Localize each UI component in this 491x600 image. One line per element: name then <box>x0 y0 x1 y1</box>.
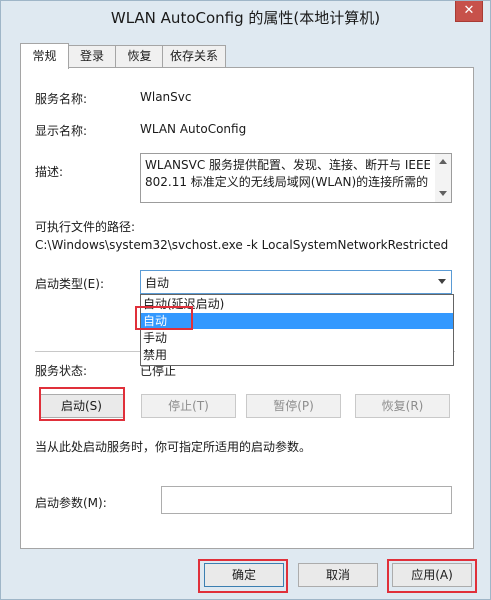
apply-button[interactable]: 应用(A) <box>392 563 472 587</box>
start-params-hint: 当从此处启动服务时，你可指定所适用的启动参数。 <box>35 440 312 454</box>
service-status-label: 服务状态: <box>35 364 88 378</box>
startup-type-select[interactable]: 自动 <box>140 270 452 294</box>
description-box[interactable]: WLANSVC 服务提供配置、发现、连接、断开与 IEEE 802.11 标准定… <box>140 153 452 203</box>
pause-button[interactable]: 暂停(P) <box>246 394 341 418</box>
startup-option-auto[interactable]: 自动 <box>141 313 453 329</box>
scroll-down-icon[interactable] <box>439 191 447 196</box>
window-title: WLAN AutoConfig 的属性(本地计算机) <box>110 9 381 27</box>
start-params-label: 启动参数(M): <box>35 496 107 510</box>
cancel-button[interactable]: 取消 <box>298 563 378 587</box>
title-bar: WLAN AutoConfig 的属性(本地计算机) ✕ <box>1 1 490 31</box>
description-scrollbar[interactable] <box>435 154 451 202</box>
startup-option-disabled[interactable]: 禁用 <box>141 347 453 363</box>
tab-recovery[interactable]: 恢复 <box>115 45 164 67</box>
resume-button[interactable]: 恢复(R) <box>355 394 450 418</box>
startup-option-manual[interactable]: 手动 <box>141 330 453 346</box>
exe-path-value: C:\Windows\system32\svchost.exe -k Local… <box>35 238 449 252</box>
general-tab-panel: 服务名称: WlanSvc 显示名称: WLAN AutoConfig 描述: … <box>20 67 474 549</box>
description-label: 描述: <box>35 165 64 179</box>
description-line: 802.11 标准定义的无线局域网(WLAN)的连接所需的 <box>145 175 429 189</box>
startup-type-label: 启动类型(E): <box>35 277 104 291</box>
close-icon: ✕ <box>463 3 475 18</box>
startup-option-delayed-auto[interactable]: 自动(延迟启动) <box>141 296 453 312</box>
tab-logon[interactable]: 登录 <box>67 45 117 67</box>
start-params-input[interactable] <box>161 486 452 514</box>
display-name-label: 显示名称: <box>35 124 88 138</box>
startup-type-dropdown: 自动(延迟启动) 自动 手动 禁用 <box>140 294 454 366</box>
display-name-value: WLAN AutoConfig <box>140 122 247 136</box>
tab-general[interactable]: 常规 <box>20 43 69 69</box>
stop-button[interactable]: 停止(T) <box>141 394 236 418</box>
properties-dialog: WLAN AutoConfig 的属性(本地计算机) ✕ 常规 登录 恢复 依存… <box>0 0 491 600</box>
exe-path-label: 可执行文件的路径: <box>35 220 136 234</box>
chevron-down-icon[interactable] <box>438 279 446 284</box>
close-button[interactable]: ✕ <box>455 1 483 22</box>
ok-button[interactable]: 确定 <box>204 563 284 587</box>
scroll-up-icon[interactable] <box>439 159 447 164</box>
description-text: WLANSVC 服务提供配置、发现、连接、断开与 IEEE 802.11 标准定… <box>145 157 430 191</box>
startup-type-value: 自动 <box>145 276 170 290</box>
tab-dependencies[interactable]: 依存关系 <box>162 45 226 67</box>
description-line: WLANSVC 服务提供配置、发现、连接、断开与 IEEE <box>145 158 430 172</box>
service-name-value: WlanSvc <box>140 90 192 104</box>
start-button[interactable]: 启动(S) <box>39 394 124 418</box>
service-name-label: 服务名称: <box>35 92 88 106</box>
